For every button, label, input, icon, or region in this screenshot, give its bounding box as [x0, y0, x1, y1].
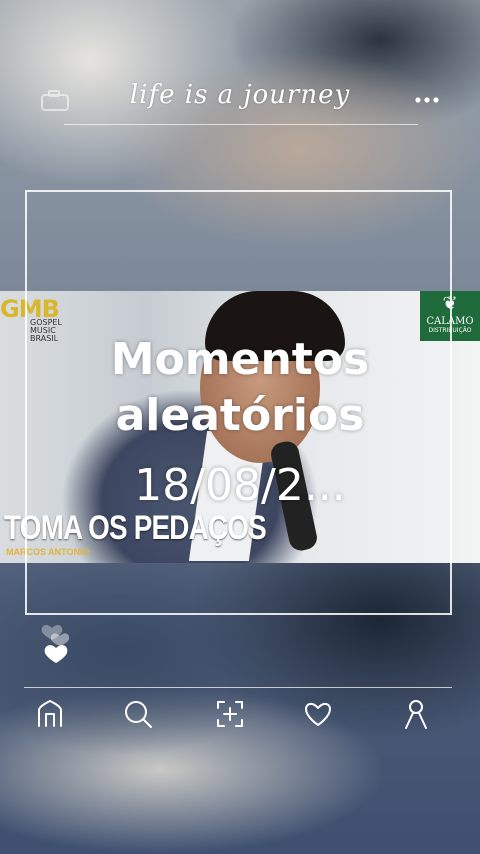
nav-likes[interactable] — [302, 698, 338, 734]
nav-add[interactable] — [214, 698, 250, 734]
bottom-nav — [0, 698, 480, 738]
add-icon — [217, 701, 243, 727]
search-icon — [125, 701, 152, 728]
nav-profile[interactable] — [400, 698, 436, 734]
post-title: Momentos aleatórios — [110, 334, 370, 441]
more-icon[interactable] — [414, 92, 440, 106]
home-icon — [38, 700, 62, 727]
post-date: 18/08/2... — [134, 460, 346, 511]
nav-divider — [24, 687, 452, 688]
app-title: life is a journey — [129, 80, 351, 110]
hearts-icon[interactable] — [38, 608, 78, 668]
nav-search[interactable] — [122, 698, 158, 734]
nav-home[interactable] — [34, 698, 70, 734]
header-divider — [64, 124, 418, 125]
top-bar: life is a journey — [0, 72, 480, 128]
heart-icon — [305, 702, 331, 726]
profile-icon — [405, 700, 427, 729]
